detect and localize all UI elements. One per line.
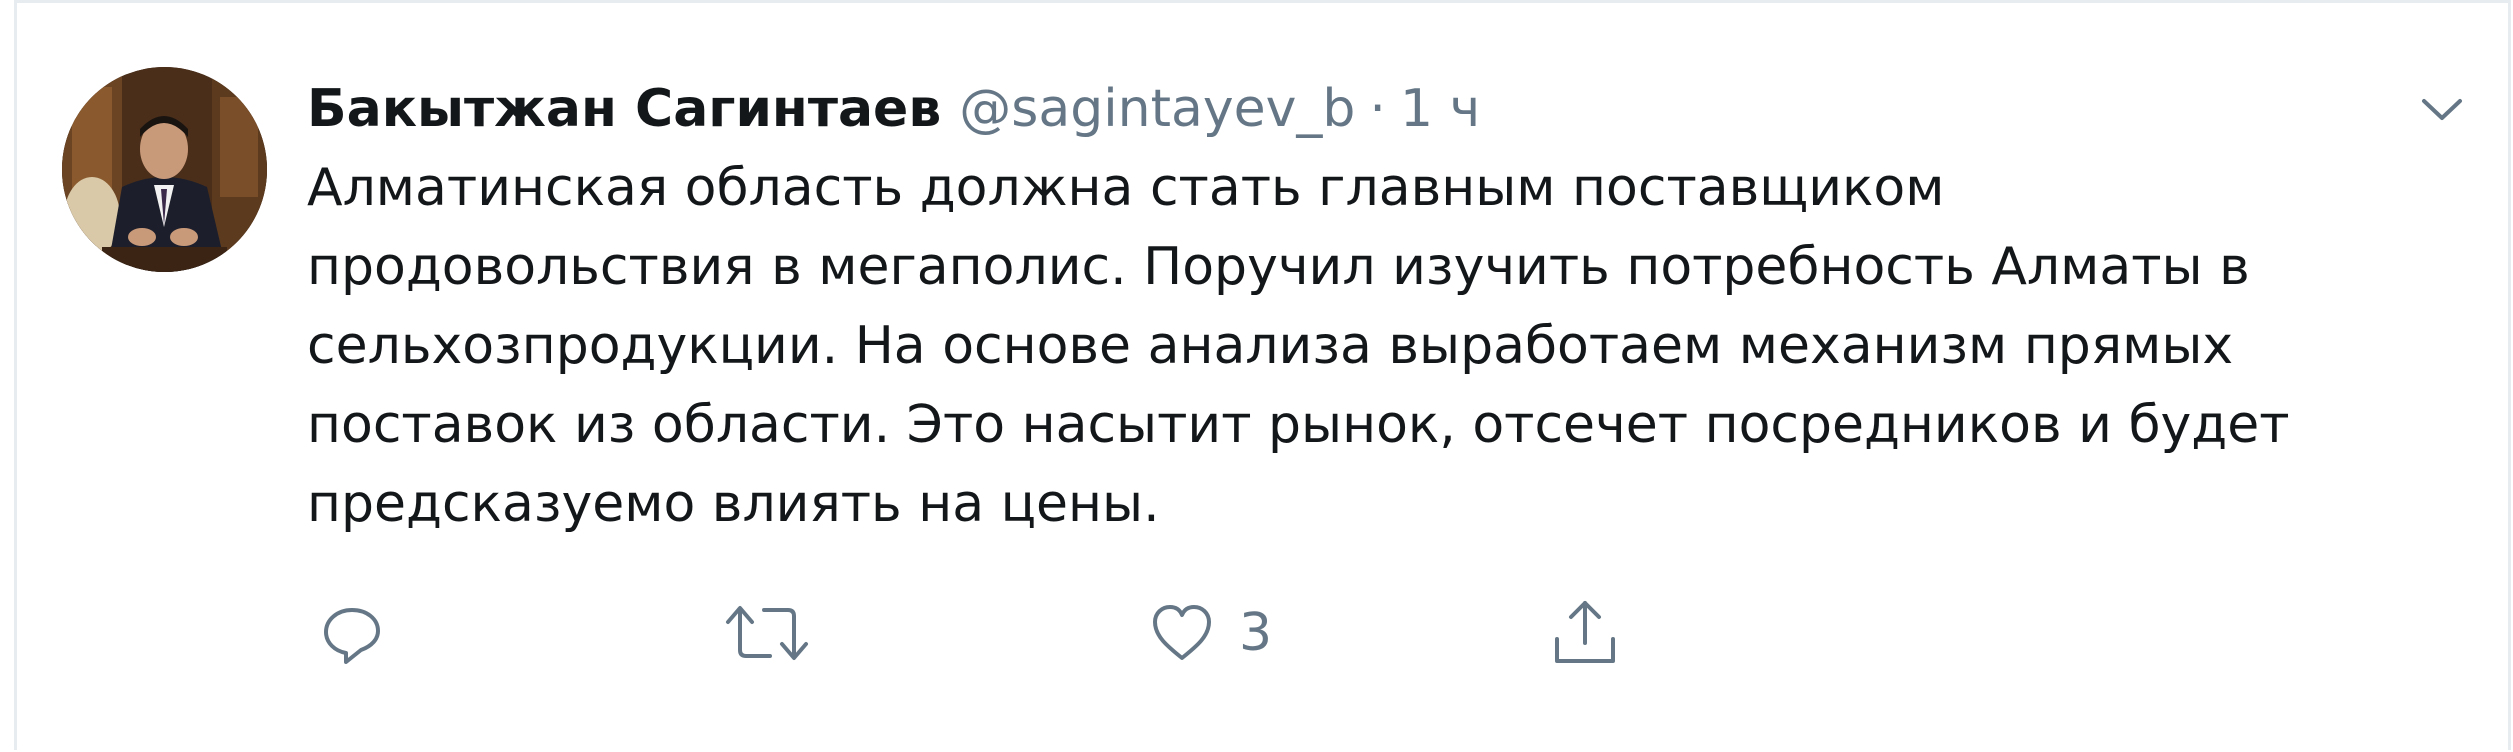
heart-icon (1153, 605, 1211, 660)
tweet-text: Алматинская область должна стать главным… (307, 149, 2437, 544)
tweet-text-line: сельхозпродукции. На основе анализа выра… (307, 316, 2234, 376)
tweet-timestamp[interactable]: 1 ч (1400, 79, 1480, 139)
reply-button[interactable] (317, 593, 409, 673)
avatar-image (62, 67, 267, 272)
share-button[interactable] (1547, 593, 1645, 673)
tweet-text-line: продовольствия в мегаполис. Поручил изуч… (307, 237, 2250, 297)
tweet-text-line: Алматинская область должна стать главным… (307, 158, 1945, 218)
retweet-button[interactable] (722, 593, 834, 673)
tweet-content: Бакытжан Сагинтаев @sagintayev_b · 1 ч Алма… (307, 69, 2437, 544)
like-button[interactable]: 3 (1147, 593, 1272, 673)
separator-dot: · (1369, 79, 1386, 139)
chevron-down-icon (2422, 99, 2462, 120)
tweet-header: Бакытжан Сагинтаев @sagintayev_b · 1 ч (307, 69, 2437, 149)
tweet-actions: 3 (317, 593, 1717, 673)
author-handle[interactable]: @sagintayev_b (959, 79, 1355, 139)
tweet-text-line: предсказуемо влиять на цены. (307, 474, 1160, 534)
tweet-menu-button[interactable] (2412, 85, 2472, 135)
tweet-text-line: поставок из области. Это насытит рынок, … (307, 395, 2290, 455)
author-display-name[interactable]: Бакытжан Сагинтаев (307, 79, 941, 139)
retweet-icon (726, 606, 808, 660)
reply-icon (324, 608, 380, 664)
like-count: 3 (1239, 603, 1273, 663)
avatar[interactable] (62, 67, 267, 272)
share-icon (1555, 601, 1615, 663)
tweet-card[interactable]: Бакытжан Сагинтаев @sagintayev_b · 1 ч Алма… (14, 0, 2511, 750)
